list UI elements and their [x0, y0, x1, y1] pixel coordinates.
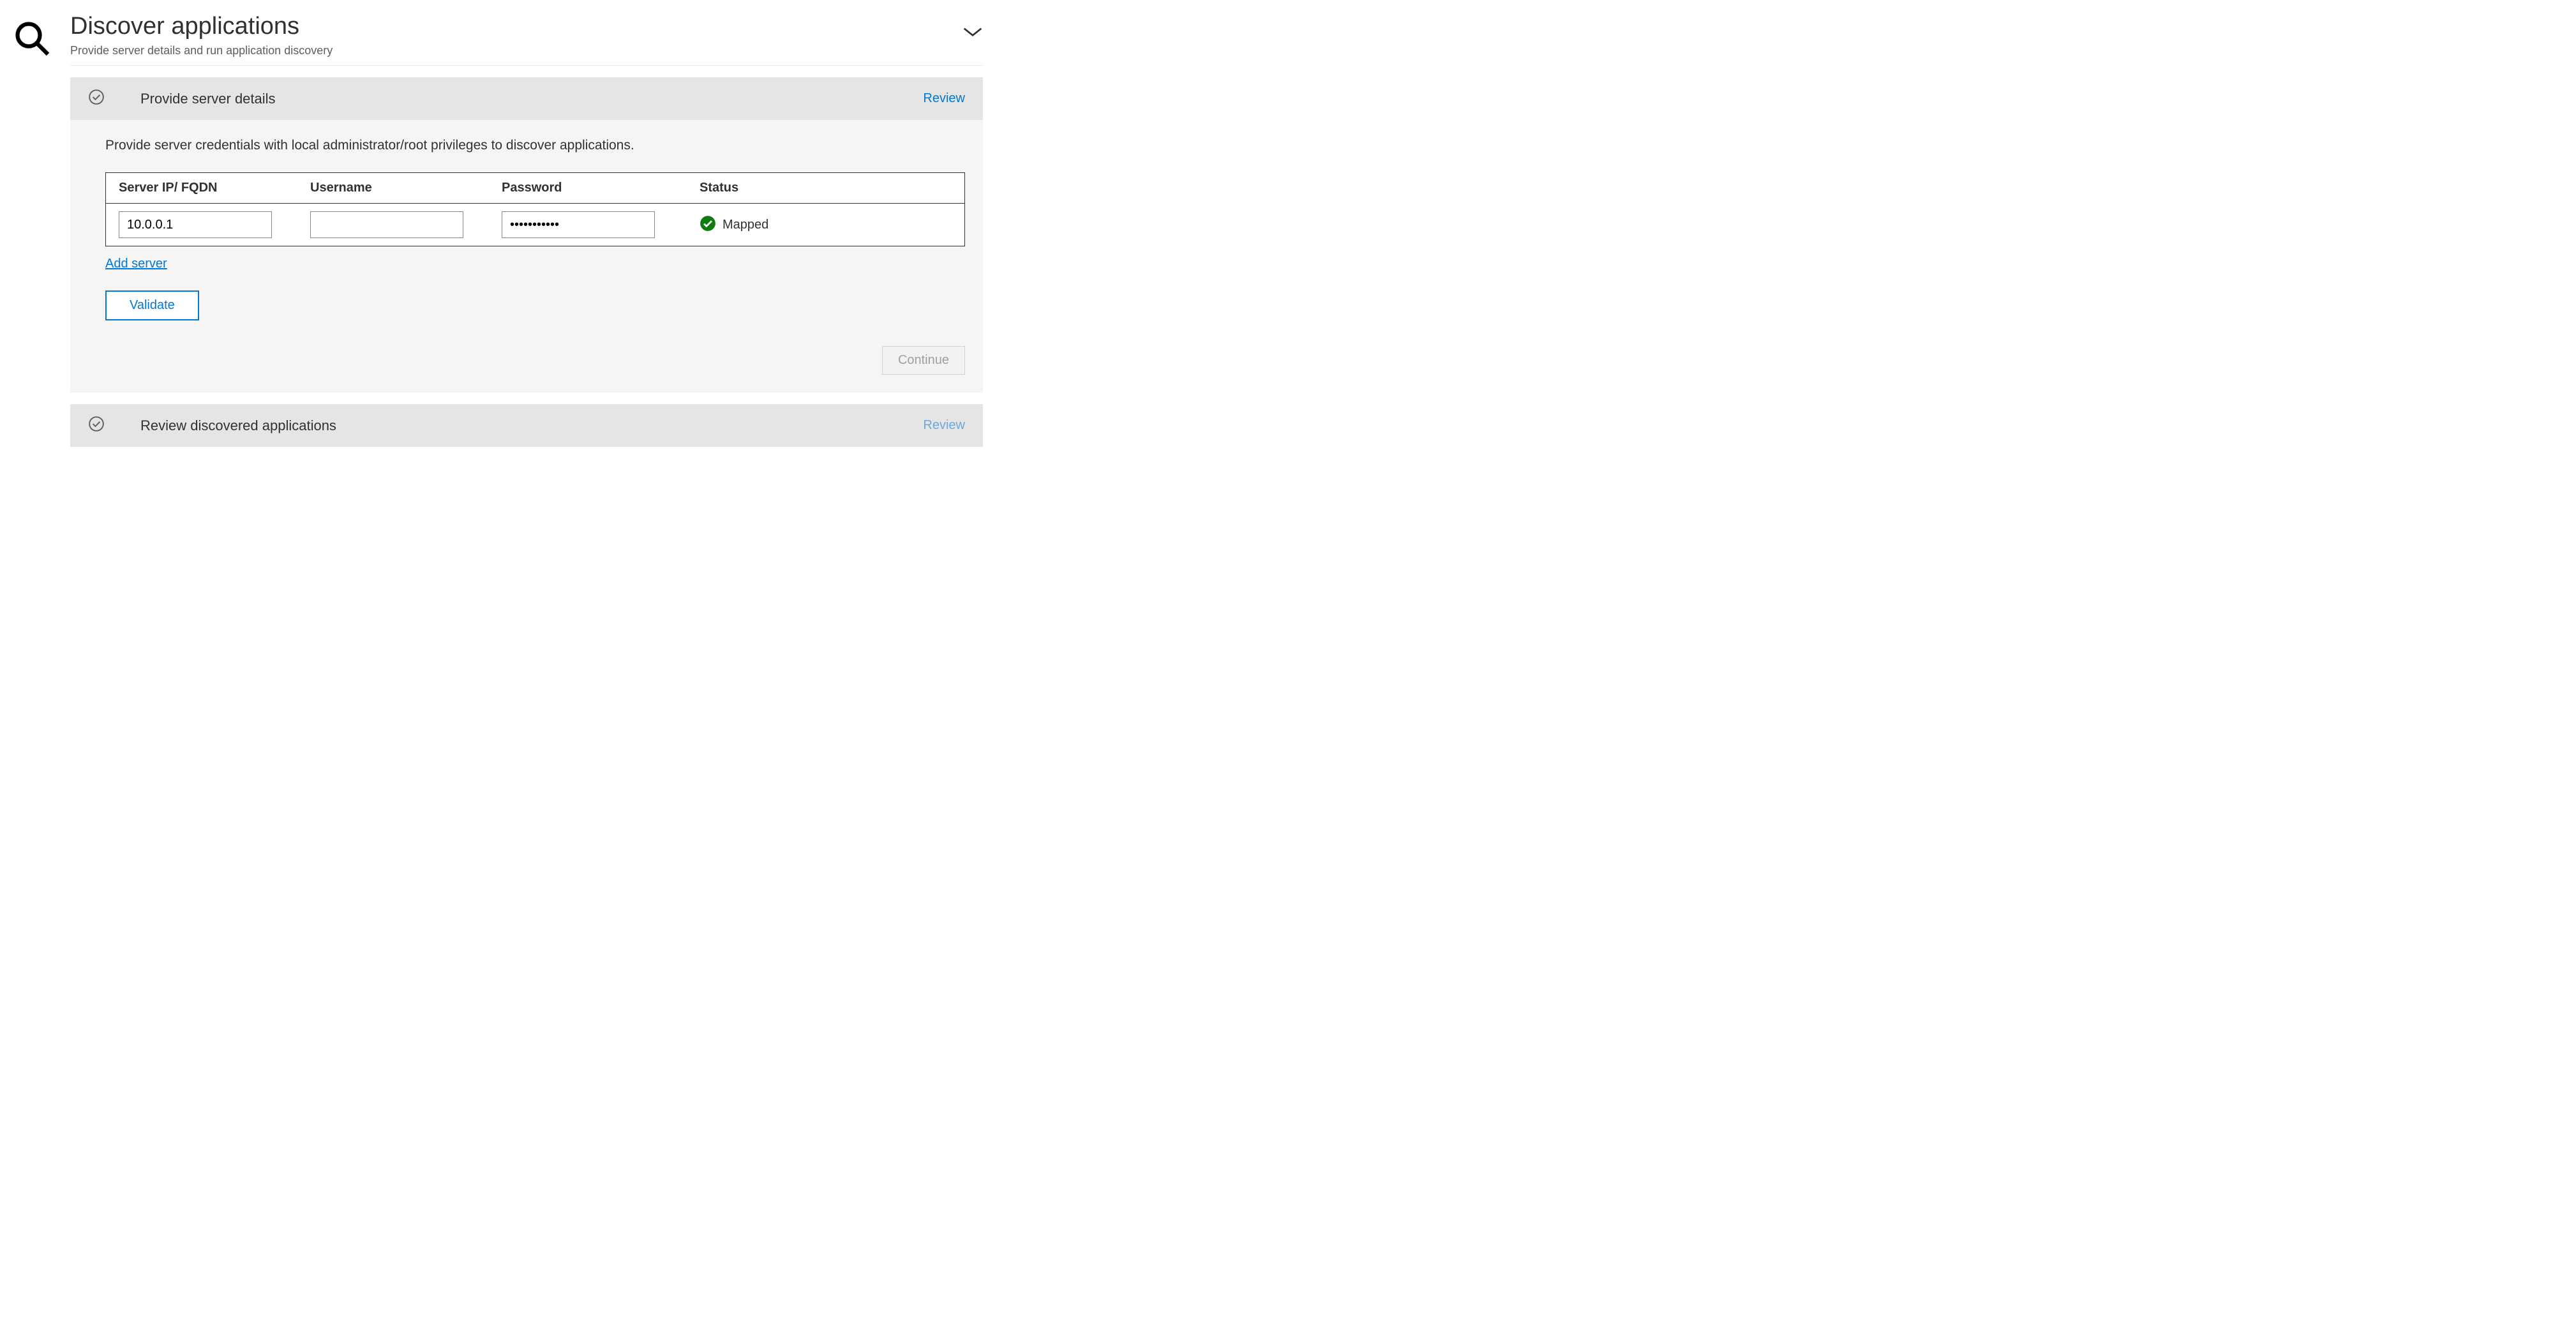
search-icon: [13, 49, 51, 60]
table-header-server: Server IP/ FQDN: [119, 181, 310, 195]
check-circle-icon: [88, 89, 105, 109]
status-success-icon: [700, 215, 716, 235]
section-header-server-details: Provide server details Review: [70, 77, 983, 120]
add-server-link[interactable]: Add server: [105, 257, 167, 271]
table-header-status: Status: [700, 181, 952, 195]
status-text: Mapped: [723, 218, 768, 232]
section-header-review-apps: Review discovered applications Review: [70, 404, 983, 447]
continue-button[interactable]: Continue: [882, 346, 965, 375]
check-circle-icon: [88, 416, 105, 435]
section-title-server-details: Provide server details: [140, 91, 276, 107]
table-row: Mapped: [106, 204, 964, 246]
validate-button[interactable]: Validate: [105, 290, 199, 320]
description-text: Provide server credentials with local ad…: [105, 138, 965, 153]
table-header-row: Server IP/ FQDN Username Password Status: [106, 173, 964, 204]
chevron-down-icon[interactable]: [962, 13, 983, 43]
page-title: Discover applications: [70, 13, 333, 40]
table-header-username: Username: [310, 181, 502, 195]
review-link-server-details[interactable]: Review: [923, 91, 965, 106]
table-header-password: Password: [502, 181, 700, 195]
search-icon-container: [13, 13, 51, 447]
page-subtitle: Provide server details and run applicati…: [70, 44, 333, 57]
section-title-review-apps: Review discovered applications: [140, 418, 336, 434]
username-input[interactable]: [310, 211, 463, 238]
divider: [70, 65, 983, 66]
server-table: Server IP/ FQDN Username Password Status: [105, 172, 965, 246]
section-body-server-details: Provide server credentials with local ad…: [70, 120, 983, 393]
review-link-review-apps[interactable]: Review: [923, 418, 965, 433]
password-input[interactable]: [502, 211, 655, 238]
server-ip-input[interactable]: [119, 211, 272, 238]
